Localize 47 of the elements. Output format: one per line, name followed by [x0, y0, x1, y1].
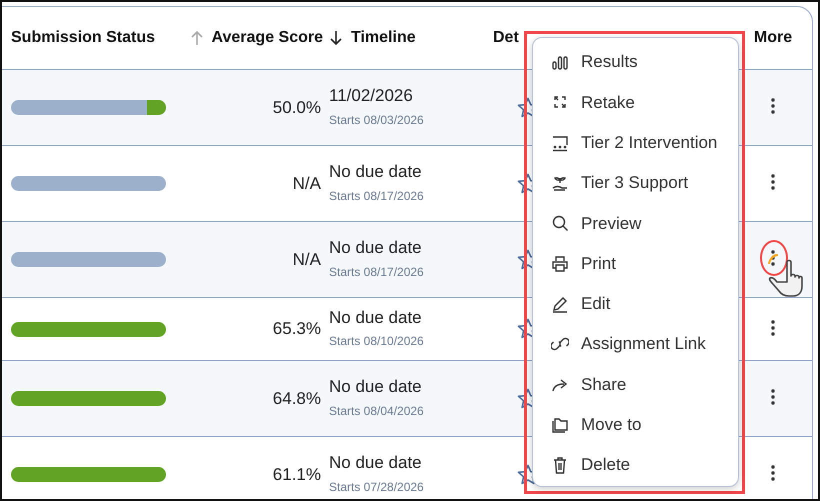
trash-icon [551, 456, 569, 474]
score-text: 50.0% [272, 96, 322, 119]
menu-item[interactable]: Tier 2 Intervention [533, 122, 738, 163]
score-text: 65.3% [272, 318, 322, 340]
folder-icon [551, 416, 569, 434]
kebab-icon [771, 320, 775, 336]
plant-hand-icon [551, 174, 569, 192]
score-text: 64.8% [272, 388, 322, 410]
menu-item[interactable]: Assignment Link [533, 324, 738, 364]
start-date: Starts 08/10/2026 [329, 333, 425, 350]
menu-item[interactable]: Share [533, 364, 738, 405]
kebab-icon [771, 465, 775, 482]
kebab-icon [771, 389, 775, 406]
menu-item[interactable]: Results [533, 42, 738, 82]
sort-down-icon[interactable] [329, 30, 343, 46]
start-date: Starts 08/17/2026 [329, 188, 425, 205]
score-text: N/A [292, 172, 322, 195]
due-date: No due date [329, 162, 423, 183]
start-date: Starts 08/03/2026 [329, 112, 425, 129]
kebab-icon [771, 250, 775, 266]
score-text: N/A [292, 248, 322, 271]
menu-item[interactable]: Move to [533, 404, 738, 445]
column-header[interactable]: Average Score [212, 26, 323, 50]
due-date: No due date [329, 377, 423, 398]
menu-item[interactable]: Print [533, 243, 738, 284]
search-icon [551, 214, 569, 232]
menu-item[interactable]: Retake [533, 82, 738, 123]
score-text: 61.1% [272, 464, 322, 486]
due-date: No due date [329, 453, 423, 474]
start-date: Starts 07/28/2026 [329, 478, 425, 496]
start-date: Starts 08/17/2026 [329, 264, 425, 281]
due-date: No due date [329, 238, 423, 259]
menu-item[interactable]: Edit [533, 284, 738, 324]
start-date: Starts 08/04/2026 [329, 402, 425, 420]
pencil-icon [551, 294, 569, 313]
kebab-icon [771, 174, 775, 190]
column-header[interactable]: Submission Status [11, 29, 156, 46]
due-date: 11/02/2026 [329, 86, 414, 107]
printer-icon [551, 254, 569, 273]
menu-item[interactable]: Delete [533, 444, 738, 486]
column-header[interactable]: Det [493, 29, 519, 46]
menu-item[interactable]: Tier 3 Support [533, 162, 738, 204]
column-header[interactable]: Timeline [351, 26, 416, 50]
column-header[interactable]: More [754, 29, 792, 46]
kebab-icon [771, 98, 775, 114]
menu-item[interactable]: Preview [533, 203, 738, 244]
due-date: No due date [329, 308, 423, 328]
